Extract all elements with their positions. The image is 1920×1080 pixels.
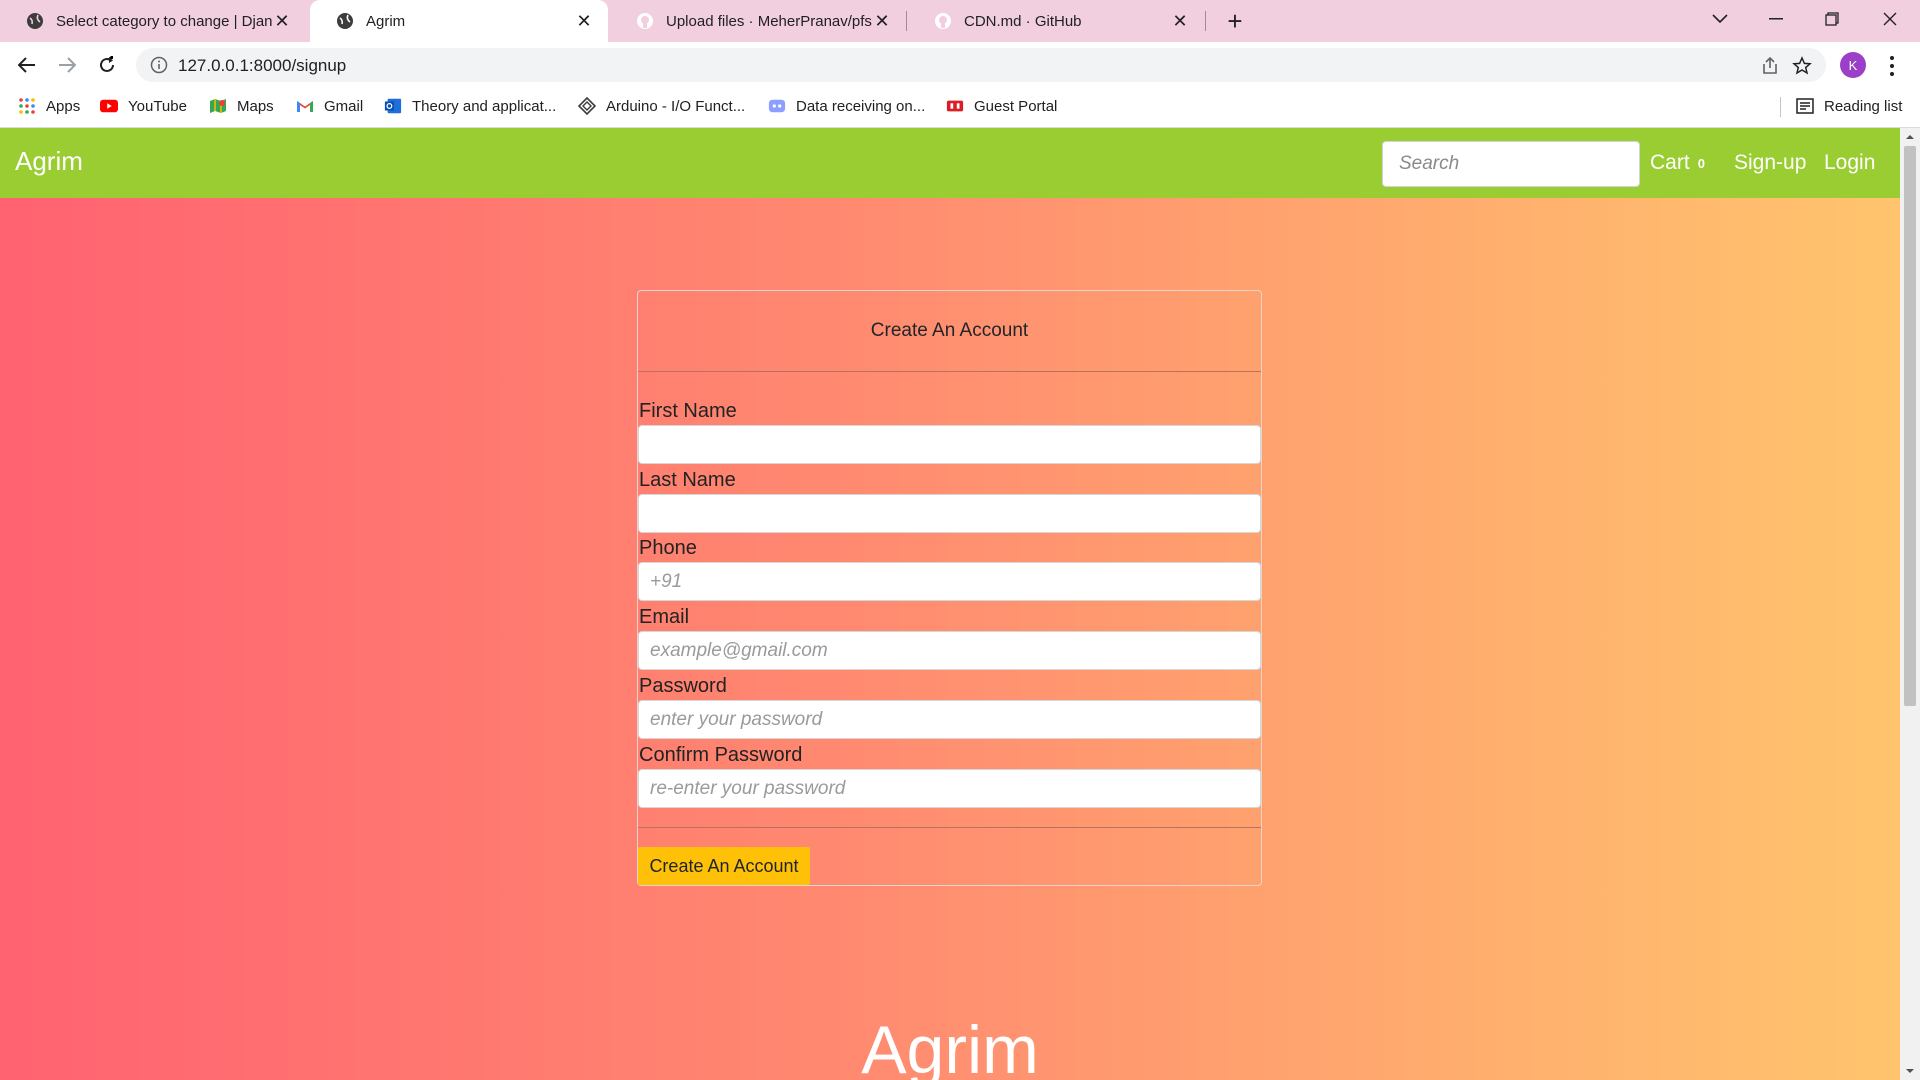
tab-agrim[interactable]: Agrim ✕ bbox=[310, 0, 608, 42]
share-icon[interactable] bbox=[1760, 56, 1780, 76]
url-text: 127.0.0.1:8000/signup bbox=[178, 56, 347, 75]
card-title: Create An Account bbox=[638, 291, 1261, 372]
close-window-button[interactable] bbox=[1862, 0, 1918, 38]
tab-upload-files[interactable]: Upload files · MeherPranav/pfsd ✕ bbox=[610, 0, 906, 42]
browser-toolbar: 127.0.0.1:8000/signup K bbox=[0, 42, 1920, 88]
password-label: Password bbox=[639, 675, 727, 697]
globe-icon bbox=[336, 12, 354, 30]
scroll-down-arrow-icon[interactable] bbox=[1905, 1066, 1915, 1076]
last-name-input[interactable] bbox=[638, 494, 1261, 533]
reading-list-icon bbox=[1796, 97, 1814, 115]
bookmark-gmail[interactable]: Gmail bbox=[296, 88, 363, 124]
forward-arrow-icon[interactable] bbox=[52, 50, 82, 80]
tab-cdn-md[interactable]: CDN.md · GitHub ✕ bbox=[908, 0, 1204, 42]
bookmark-label: Apps bbox=[46, 97, 81, 115]
address-bar[interactable]: 127.0.0.1:8000/signup bbox=[136, 48, 1826, 82]
tab-title: Select category to change | Djang bbox=[56, 12, 272, 30]
first-name-label: First Name bbox=[639, 400, 737, 422]
portal-icon bbox=[946, 97, 964, 115]
bookmark-label: Theory and applicat... bbox=[412, 97, 557, 115]
tab-title: Agrim bbox=[366, 12, 406, 30]
reading-list-button[interactable]: Reading list bbox=[1796, 88, 1902, 124]
signup-link[interactable]: Sign-up bbox=[1734, 151, 1806, 175]
bookmark-data-receiving[interactable]: Data receiving on... bbox=[768, 88, 925, 124]
signup-card: Create An Account First Name Last Name P… bbox=[637, 290, 1262, 886]
tab-django-admin[interactable]: Select category to change | Djang ✕ bbox=[0, 0, 306, 42]
scrollbar-thumb[interactable] bbox=[1904, 146, 1916, 706]
browser-menu-icon[interactable] bbox=[1882, 54, 1902, 78]
cart-count-badge: 0 bbox=[1697, 155, 1705, 171]
github-icon bbox=[934, 12, 952, 30]
close-icon[interactable]: ✕ bbox=[272, 11, 292, 31]
phone-label: Phone bbox=[639, 537, 697, 559]
tab-separator bbox=[906, 11, 907, 31]
last-name-label: Last Name bbox=[639, 469, 736, 491]
search-input[interactable] bbox=[1382, 141, 1640, 187]
first-name-input[interactable] bbox=[638, 425, 1261, 464]
site-navbar: Agrim Cart 0 Sign-up Login bbox=[0, 128, 1900, 198]
confirm-password-label: Confirm Password bbox=[639, 744, 803, 766]
bookmark-youtube[interactable]: YouTube bbox=[100, 88, 187, 124]
password-input[interactable] bbox=[638, 700, 1261, 739]
bookmark-label: Maps bbox=[237, 97, 274, 115]
email-input[interactable] bbox=[638, 631, 1261, 670]
site-info-icon[interactable] bbox=[150, 56, 168, 74]
discord-icon bbox=[768, 97, 786, 115]
email-label: Email bbox=[639, 606, 690, 628]
back-arrow-icon[interactable] bbox=[12, 50, 42, 80]
bookmark-arduino[interactable]: Arduino - I/O Funct... bbox=[578, 88, 745, 124]
close-icon[interactable]: ✕ bbox=[1170, 11, 1190, 31]
bookmark-label: Arduino - I/O Funct... bbox=[606, 97, 746, 115]
bookmarks-bar: Apps YouTube Maps Gmail Theory and appli… bbox=[0, 88, 1920, 128]
gmail-icon bbox=[296, 97, 314, 115]
bookmark-label: YouTube bbox=[128, 97, 187, 115]
bookmark-label: Guest Portal bbox=[974, 97, 1058, 115]
tab-separator bbox=[1205, 11, 1206, 31]
bookmark-label: Gmail bbox=[324, 97, 364, 115]
globe-icon bbox=[26, 12, 44, 30]
profile-avatar[interactable]: K bbox=[1840, 52, 1866, 78]
maps-icon bbox=[209, 97, 227, 115]
bookmark-guest-portal[interactable]: Guest Portal bbox=[946, 88, 1057, 124]
tab-title: Upload files · MeherPranav/pfsd bbox=[666, 12, 872, 30]
bookmark-apps[interactable]: Apps bbox=[18, 88, 80, 124]
youtube-icon bbox=[100, 97, 118, 115]
tab-strip: Select category to change | Djang ✕ Agri… bbox=[0, 0, 1920, 42]
scroll-up-arrow-icon[interactable] bbox=[1905, 132, 1915, 142]
arduino-icon bbox=[578, 97, 596, 115]
card-footer-divider bbox=[638, 827, 1261, 828]
new-tab-button[interactable]: + bbox=[1220, 6, 1250, 36]
confirm-password-input[interactable] bbox=[638, 769, 1261, 808]
reading-list-label: Reading list bbox=[1824, 97, 1903, 115]
page-scrollbar[interactable] bbox=[1900, 128, 1920, 1080]
site-brand[interactable]: Agrim bbox=[15, 146, 83, 177]
page-viewport: Agrim Cart 0 Sign-up Login Create An Acco… bbox=[0, 128, 1900, 1080]
cart-link[interactable]: Cart 0 bbox=[1650, 151, 1705, 175]
close-icon[interactable]: ✕ bbox=[872, 11, 892, 31]
phone-input[interactable] bbox=[638, 562, 1261, 601]
bookmark-maps[interactable]: Maps bbox=[209, 88, 274, 124]
bookmark-label: Data receiving on... bbox=[796, 97, 926, 115]
restore-button[interactable] bbox=[1804, 0, 1860, 38]
outlook-icon bbox=[384, 97, 402, 115]
bookmark-theory[interactable]: Theory and applicat... bbox=[384, 88, 556, 124]
cart-label: Cart bbox=[1650, 151, 1690, 174]
github-icon bbox=[636, 12, 654, 30]
minimize-button[interactable] bbox=[1748, 0, 1804, 38]
apps-grid-icon bbox=[18, 97, 36, 115]
create-account-button[interactable]: Create An Account bbox=[638, 847, 810, 885]
reload-icon[interactable] bbox=[92, 50, 122, 80]
bookmark-separator bbox=[1780, 97, 1781, 117]
login-link[interactable]: Login bbox=[1824, 151, 1875, 175]
close-icon[interactable]: ✕ bbox=[574, 11, 594, 31]
tab-search-chevron-icon[interactable] bbox=[1692, 0, 1748, 38]
tab-title: CDN.md · GitHub bbox=[964, 12, 1082, 30]
footer-brand: Agrim bbox=[861, 1012, 1039, 1080]
star-icon[interactable] bbox=[1792, 56, 1812, 76]
